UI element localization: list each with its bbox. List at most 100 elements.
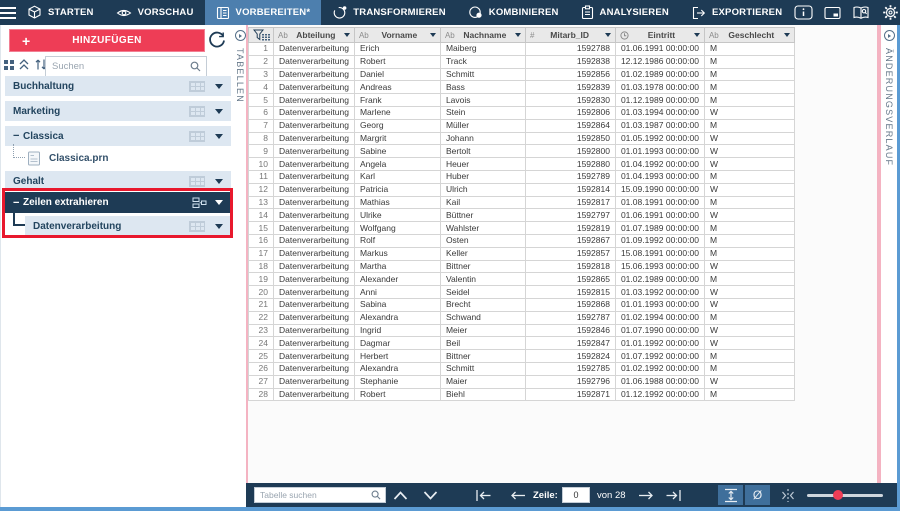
chevron-down-icon[interactable] bbox=[215, 108, 223, 114]
data-cell[interactable]: Bittner bbox=[439, 349, 526, 363]
data-cell[interactable]: Andreas bbox=[353, 80, 441, 95]
data-cell[interactable]: Datenverarbeitung bbox=[273, 285, 355, 299]
data-cell[interactable]: M bbox=[703, 54, 795, 69]
data-cell[interactable]: Osten bbox=[439, 233, 526, 248]
row-number-cell[interactable]: 16 bbox=[248, 233, 274, 248]
column-header[interactable]: Ab Abteilung bbox=[273, 27, 355, 43]
tab-vorschau[interactable]: VORSCHAU bbox=[105, 0, 205, 25]
refresh-icon[interactable] bbox=[207, 30, 227, 50]
data-cell[interactable]: Karl bbox=[353, 169, 441, 184]
data-cell[interactable]: M bbox=[703, 42, 795, 56]
data-cell[interactable]: Datenverarbeitung bbox=[273, 259, 355, 274]
data-cell[interactable]: Martha bbox=[353, 259, 441, 274]
sidebar-search-input[interactable] bbox=[46, 61, 190, 72]
row-number-input[interactable] bbox=[562, 487, 590, 503]
data-cell[interactable]: Datenverarbeitung bbox=[273, 169, 355, 184]
tab-kombinieren[interactable]: KOMBINIEREN bbox=[457, 0, 570, 25]
grid-view-icon[interactable] bbox=[4, 59, 14, 70]
column-filter-chevron-icon[interactable] bbox=[604, 33, 611, 37]
data-cell[interactable]: Dagmar bbox=[353, 336, 441, 351]
data-cell[interactable]: 01.06.1991 00:00:00 bbox=[614, 42, 705, 56]
data-cell[interactable]: 1592815 bbox=[524, 285, 616, 299]
data-cell[interactable]: 1592847 bbox=[524, 336, 616, 351]
data-cell[interactable]: Datenverarbeitung bbox=[273, 54, 355, 69]
column-filter-chevron-icon[interactable] bbox=[343, 33, 350, 37]
data-cell[interactable]: Lavois bbox=[439, 93, 526, 107]
hamburger-menu-icon[interactable] bbox=[0, 0, 16, 25]
row-number-cell[interactable]: 26 bbox=[248, 361, 274, 376]
data-cell[interactable]: Datenverarbeitung bbox=[273, 272, 355, 287]
collapse-panel-icon[interactable] bbox=[234, 30, 246, 41]
data-cell[interactable]: Alexandra bbox=[353, 361, 441, 376]
data-cell[interactable]: M bbox=[703, 80, 795, 95]
data-cell[interactable]: 1592818 bbox=[524, 259, 616, 274]
data-cell[interactable]: Datenverarbeitung bbox=[273, 80, 355, 95]
data-cell[interactable]: 01.04.1993 00:00:00 bbox=[614, 169, 705, 184]
sidebar-item-gehalt[interactable]: Gehalt bbox=[5, 171, 231, 191]
add-button[interactable]: + HINZUFÜGEN bbox=[9, 29, 205, 52]
collapse-all-icon[interactable] bbox=[18, 58, 30, 71]
data-cell[interactable]: W bbox=[703, 208, 795, 223]
data-cell[interactable]: M bbox=[703, 349, 795, 363]
data-cell[interactable]: Margrit bbox=[353, 131, 441, 146]
column-filter-chevron-icon[interactable] bbox=[693, 33, 700, 37]
collapse-minus-icon[interactable]: − bbox=[5, 197, 23, 209]
sidebar-item-zeilen-extrahieren[interactable]: − Zeilen extrahieren bbox=[5, 192, 231, 213]
row-number-cell[interactable]: 2 bbox=[248, 54, 274, 69]
data-cell[interactable]: W bbox=[703, 285, 795, 299]
data-cell[interactable]: Beil bbox=[439, 336, 526, 351]
data-cell[interactable]: W bbox=[703, 259, 795, 274]
last-row-icon[interactable] bbox=[665, 483, 682, 507]
row-number-cell[interactable]: 12 bbox=[248, 182, 274, 197]
data-cell[interactable]: Müller bbox=[439, 118, 526, 133]
sidebar-item-marketing[interactable]: Marketing bbox=[5, 101, 231, 121]
data-cell[interactable]: Datenverarbeitung bbox=[273, 336, 355, 351]
data-cell[interactable]: W bbox=[703, 144, 795, 159]
tab-vorbereiten[interactable]: VORBEREITEN* bbox=[204, 0, 322, 25]
data-cell[interactable]: 15.09.1990 00:00:00 bbox=[614, 182, 705, 197]
column-header[interactable]: Eintritt bbox=[614, 27, 705, 43]
data-cell[interactable]: M bbox=[703, 195, 795, 210]
data-cell[interactable]: Anni bbox=[353, 285, 441, 299]
data-cell[interactable]: 1592830 bbox=[524, 93, 616, 107]
column-filter-chevron-icon[interactable] bbox=[429, 33, 436, 37]
data-cell[interactable]: Ulrich bbox=[439, 182, 526, 197]
data-cell[interactable]: Büttner bbox=[439, 208, 526, 223]
data-cell[interactable]: Datenverarbeitung bbox=[273, 182, 355, 197]
data-cell[interactable]: 15.08.1991 00:00:00 bbox=[614, 246, 705, 261]
data-cell[interactable]: M bbox=[703, 361, 795, 376]
data-cell[interactable]: M bbox=[703, 310, 795, 325]
data-cell[interactable]: Huber bbox=[439, 169, 526, 184]
data-cell[interactable]: 1592819 bbox=[524, 221, 616, 235]
data-cell[interactable]: Bertolt bbox=[439, 144, 526, 159]
data-cell[interactable]: 01.02.1992 00:00:00 bbox=[614, 361, 705, 376]
row-number-cell[interactable]: 27 bbox=[248, 374, 274, 389]
column-filter-chevron-icon[interactable] bbox=[783, 33, 790, 37]
data-cell[interactable]: Wahlster bbox=[439, 221, 526, 235]
data-cell[interactable]: M bbox=[703, 387, 795, 402]
data-cell[interactable]: 01.01.1992 00:00:00 bbox=[614, 336, 705, 351]
data-cell[interactable]: Rolf bbox=[353, 233, 441, 248]
data-cell[interactable]: Datenverarbeitung bbox=[273, 374, 355, 389]
data-cell[interactable]: M bbox=[703, 93, 795, 107]
data-cell[interactable]: Datenverarbeitung bbox=[273, 233, 355, 248]
data-cell[interactable]: 1592857 bbox=[524, 246, 616, 261]
data-cell[interactable]: Datenverarbeitung bbox=[273, 195, 355, 210]
data-cell[interactable]: Keller bbox=[439, 246, 526, 261]
row-number-cell[interactable]: 13 bbox=[248, 195, 274, 210]
data-cell[interactable]: Datenverarbeitung bbox=[273, 157, 355, 171]
data-cell[interactable]: Patricia bbox=[353, 182, 441, 197]
data-cell[interactable]: Daniel bbox=[353, 67, 441, 82]
row-number-cell[interactable]: 3 bbox=[248, 67, 274, 82]
tab-starten[interactable]: STARTEN bbox=[16, 0, 105, 25]
data-cell[interactable]: Kail bbox=[439, 195, 526, 210]
column-filter-chevron-icon[interactable] bbox=[514, 33, 521, 37]
column-header[interactable]: Ab Nachname bbox=[439, 27, 526, 43]
data-cell[interactable]: 01.04.1992 00:00:00 bbox=[614, 157, 705, 171]
data-cell[interactable]: Datenverarbeitung bbox=[273, 131, 355, 146]
data-cell[interactable]: 01.05.1992 00:00:00 bbox=[614, 131, 705, 146]
data-cell[interactable]: Schmitt bbox=[439, 67, 526, 82]
table-search-input[interactable] bbox=[255, 490, 371, 500]
info-icon[interactable] bbox=[793, 3, 813, 23]
data-cell[interactable]: 1592865 bbox=[524, 272, 616, 287]
